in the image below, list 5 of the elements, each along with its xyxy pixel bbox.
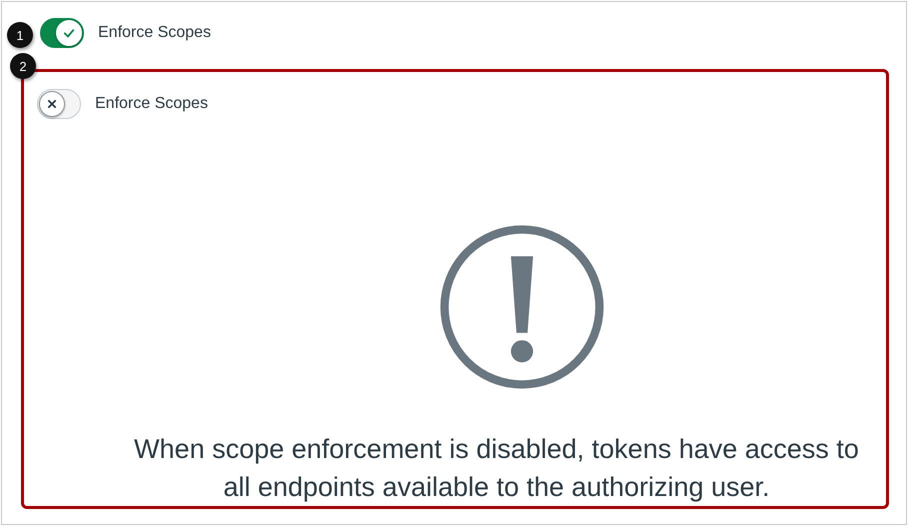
toggle-label: Enforce Scopes (95, 95, 208, 113)
callout-badge: 1 (7, 22, 33, 48)
callout-badge: 2 (10, 53, 36, 79)
toggle-label: Enforce Scopes (98, 24, 211, 42)
warning-message: When scope enforcement is disabled, tokens have access to all endpoints available to the authorizing user. (133, 433, 860, 504)
